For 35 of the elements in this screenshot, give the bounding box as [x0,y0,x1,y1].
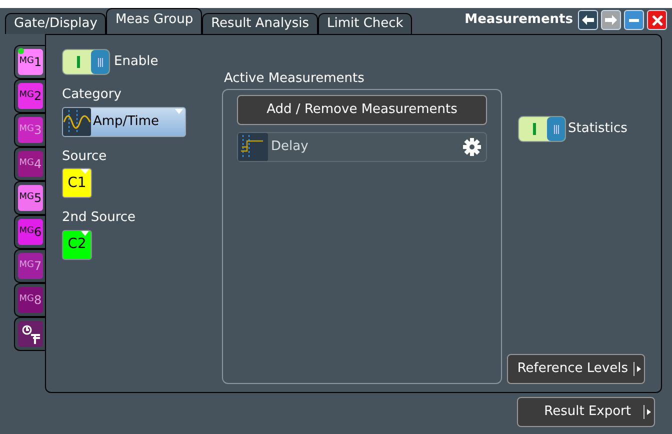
waveform-icon [63,108,91,136]
window-title: Measurements [464,11,573,30]
measurement-item[interactable]: Delay [237,132,487,162]
tab[interactable]: Gate/Display [5,13,106,34]
source-selector[interactable]: C1 [62,168,92,198]
submenu-arrow-icon [633,362,641,376]
submenu-arrow-icon [643,405,651,419]
toggle-switch[interactable] [518,116,566,142]
source-selector[interactable]: C2 [62,230,92,260]
close-icon [652,14,662,26]
statistics-label: Statistics [568,120,628,138]
minimize-icon [629,18,639,22]
left-arrow-icon [582,15,594,25]
second-source-label: 2nd Source [62,209,137,227]
source-label: Source [62,148,108,166]
settings-icon[interactable] [462,136,482,156]
tab[interactable]: Meas Group [106,8,202,34]
back-button[interactable] [578,10,598,30]
timer-icon [20,323,40,345]
result-export-button[interactable]: Result Export [517,397,655,427]
enable-label: Enable [114,53,158,72]
group-title: Active Measurements [224,70,366,88]
close-button[interactable] [647,10,667,30]
tab[interactable]: Limit Check [318,13,412,34]
reference-levels-button[interactable]: Reference Levels [507,354,645,384]
delay-icon [238,132,268,160]
group-tab[interactable] [14,317,45,351]
minimize-button[interactable] [624,10,644,30]
tab[interactable]: Result Analysis [202,13,318,34]
category-label: Category [62,86,122,104]
toggle-switch[interactable] [62,49,110,75]
measurement-name: Delay [271,138,310,156]
add-remove-button[interactable]: Add / Remove Measurements [237,94,487,124]
category-selector[interactable]: Amp/Time [62,106,186,136]
right-arrow-icon [605,15,617,25]
